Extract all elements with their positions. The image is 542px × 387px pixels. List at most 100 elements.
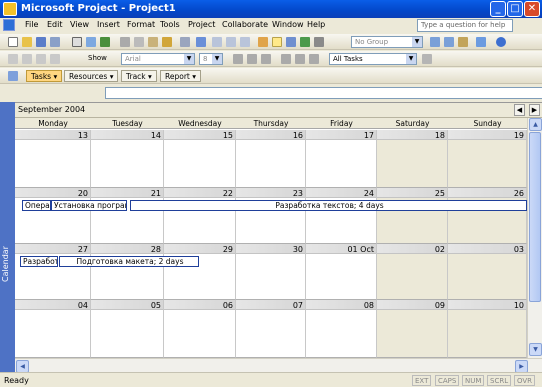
horizontal-scrollbar[interactable]: ◀ ▶ [15,358,542,373]
scroll-up-icon[interactable]: ▲ [529,118,542,131]
format-painter-icon[interactable] [162,37,172,47]
day-cell[interactable]: 24 [306,188,377,244]
menu-help[interactable]: Help [307,20,325,29]
split-task-icon[interactable] [240,37,250,47]
minus-icon[interactable] [50,54,60,64]
arrow-left-icon[interactable] [8,54,18,64]
print-icon[interactable] [72,37,82,47]
filter-select[interactable]: All Tasks ▼ [329,53,417,65]
help-icon[interactable] [496,37,506,47]
day-cell[interactable]: 13 [15,130,91,188]
app-icon[interactable] [3,2,17,16]
day-cell[interactable]: 21 [91,188,164,244]
tasks-button[interactable]: Tasks ▾ [26,70,63,82]
spelling-icon[interactable] [100,37,110,47]
day-cell[interactable]: 05 [91,300,164,358]
resources-button[interactable]: Resources ▾ [64,70,119,82]
copy-picture-icon[interactable] [314,37,324,47]
day-cell[interactable]: 19 [448,130,527,188]
zoom-in-icon[interactable] [430,37,440,47]
insert-hyperlink-icon[interactable] [196,37,206,47]
task-bar[interactable]: Опера [22,200,51,211]
task-bar[interactable]: Разработка текстов; 4 days [130,200,527,211]
day-cell[interactable]: 06 [164,300,236,358]
menu-file[interactable]: File [25,20,38,29]
search-icon[interactable] [50,37,60,47]
day-cell[interactable]: 07 [236,300,306,358]
day-cell[interactable]: 01 Oct [306,244,377,300]
link-tasks-icon[interactable] [212,37,222,47]
document-icon[interactable] [3,19,15,31]
previous-month-button[interactable]: ◀ [514,104,525,116]
publish-icon[interactable] [300,37,310,47]
day-cell[interactable]: 26 [448,188,527,244]
align-center-icon[interactable] [295,54,305,64]
chevron-down-icon[interactable]: ▼ [412,37,422,47]
task-bar[interactable]: Подготовка макета; 2 days [59,256,199,267]
day-cell[interactable]: 02 [377,244,448,300]
help-search-input[interactable]: Type a question for help [417,19,513,32]
day-cell[interactable]: 15 [164,130,236,188]
day-cell[interactable]: 25 [377,188,448,244]
view-bar[interactable]: Calendar [0,102,15,372]
day-cell[interactable]: 03 [448,244,527,300]
underline-icon[interactable] [261,54,271,64]
project-guide-icon[interactable] [8,71,18,81]
next-month-button[interactable]: ▶ [529,104,540,116]
day-cell[interactable]: 27 [15,244,91,300]
menu-project[interactable]: Project [188,20,215,29]
chevron-down-icon[interactable]: ▼ [212,54,222,64]
unlink-tasks-icon[interactable] [226,37,236,47]
arrow-right-icon[interactable] [22,54,32,64]
menu-collaborate[interactable]: Collaborate [222,20,268,29]
day-cell[interactable]: 04 [15,300,91,358]
bold-icon[interactable] [233,54,243,64]
task-notes-icon[interactable] [272,37,282,47]
task-information-icon[interactable] [258,37,268,47]
new-icon[interactable] [8,37,18,47]
day-cell[interactable]: 28 [91,244,164,300]
paste-icon[interactable] [148,37,158,47]
print-preview-icon[interactable] [86,37,96,47]
menu-view[interactable]: View [70,20,89,29]
maximize-button[interactable]: □ [507,1,523,17]
entry-field[interactable] [105,87,542,99]
zoom-out-icon[interactable] [444,37,454,47]
plus-icon[interactable] [36,54,46,64]
scroll-down-icon[interactable]: ▼ [529,343,542,356]
day-cell[interactable]: 29 [164,244,236,300]
day-cell[interactable]: 17 [306,130,377,188]
day-cell[interactable]: 14 [91,130,164,188]
day-cell[interactable]: 22 [164,188,236,244]
vertical-scroll-thumb[interactable] [529,132,541,302]
menu-window[interactable]: Window [272,20,304,29]
italic-icon[interactable] [247,54,257,64]
undo-icon[interactable] [180,37,190,47]
font-select[interactable]: Arial ▼ [121,53,195,65]
vertical-scrollbar[interactable]: ▲ ▼ [527,118,542,358]
day-cell[interactable]: 10 [448,300,527,358]
open-icon[interactable] [22,37,32,47]
task-bar[interactable]: Разработ [20,256,58,267]
menu-tools[interactable]: Tools [160,20,180,29]
copy-wizard-icon[interactable] [476,37,486,47]
close-button[interactable]: ✕ [524,1,540,17]
save-icon[interactable] [36,37,46,47]
day-cell[interactable]: 23 [236,188,306,244]
menu-insert[interactable]: Insert [97,20,120,29]
assign-resources-icon[interactable] [286,37,296,47]
show-menu[interactable]: Show [88,54,107,62]
day-cell[interactable]: 18 [377,130,448,188]
cut-icon[interactable] [120,37,130,47]
menu-format[interactable]: Format [127,20,155,29]
align-right-icon[interactable] [309,54,319,64]
group-by-select[interactable]: No Group ▼ [351,36,423,48]
go-to-task-icon[interactable] [458,37,468,47]
day-cell[interactable]: 30 [236,244,306,300]
font-size-select[interactable]: 8 ▼ [199,53,223,65]
report-button[interactable]: Report ▾ [160,70,202,82]
chevron-down-icon[interactable]: ▼ [184,54,194,64]
menu-edit[interactable]: Edit [47,20,63,29]
chevron-down-icon[interactable]: ▼ [406,54,416,64]
track-button[interactable]: Track ▾ [121,70,157,82]
